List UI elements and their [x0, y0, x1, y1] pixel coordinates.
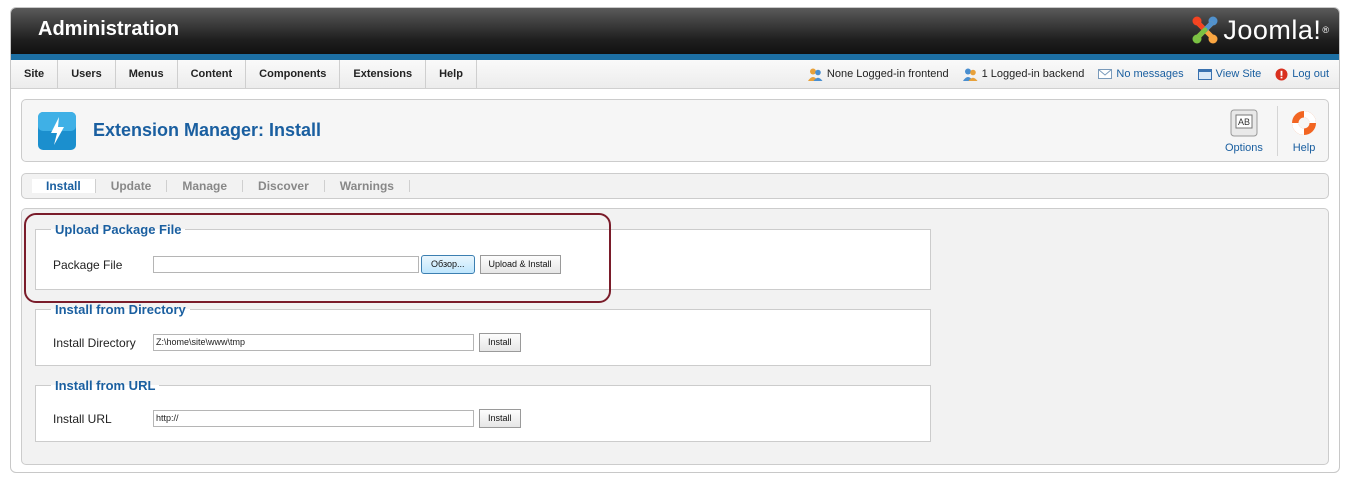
logo-trademark: ® — [1322, 25, 1329, 35]
menu-item-menus[interactable]: Menus — [116, 60, 178, 88]
main-menu-bar: Site Users Menus Content Components Exte… — [11, 60, 1339, 89]
header-bar: Administration Joomla! ® — [11, 8, 1339, 60]
backend-users-text: 1 Logged-in backend — [981, 68, 1085, 80]
joomla-mark-icon — [1192, 16, 1218, 44]
install-url-label: Install URL — [53, 411, 112, 426]
logout-link[interactable]: Log out — [1275, 68, 1329, 81]
install-url-legend: Install from URL — [55, 378, 156, 393]
frontend-users-status: None Logged-in frontend — [807, 68, 949, 81]
install-directory-button[interactable]: Install — [479, 333, 521, 352]
options-icon: AB — [1230, 109, 1258, 137]
menu-item-components[interactable]: Components — [246, 60, 341, 88]
install-directory-row: Install Directory Z:\home\site\www\tmp I… — [53, 333, 521, 352]
logout-icon — [1275, 68, 1288, 80]
joomla-logo-text: Joomla! — [1223, 14, 1322, 45]
lifebuoy-icon — [1292, 111, 1316, 135]
tab-manage[interactable]: Manage — [167, 180, 244, 192]
tab-install[interactable]: Install — [32, 179, 96, 193]
users-icon — [962, 68, 978, 81]
logout-text: Log out — [1292, 68, 1329, 80]
options-button[interactable]: AB Options — [1225, 109, 1263, 154]
view-site-icon — [1197, 68, 1212, 80]
messages-link[interactable]: No messages — [1098, 68, 1184, 80]
tab-update[interactable]: Update — [96, 180, 168, 192]
page-toolbar: Extension Manager: Install AB Options He… — [21, 99, 1329, 162]
menu-item-extensions[interactable]: Extensions — [340, 60, 427, 88]
install-url-section: Install from URL Install URL http:// Ins… — [35, 378, 931, 442]
admin-window: Administration Joomla! ® Site Users Menu… — [10, 7, 1340, 473]
install-url-button[interactable]: Install — [479, 409, 521, 428]
header-title: Administration — [38, 18, 180, 40]
install-directory-input[interactable]: Z:\home\site\www\tmp — [153, 334, 474, 351]
menu-item-content[interactable]: Content — [178, 60, 247, 88]
backend-users-status: 1 Logged-in backend — [962, 68, 1085, 81]
install-directory-section: Install from Directory Install Directory… — [35, 302, 931, 366]
page-title: Extension Manager: Install — [93, 120, 322, 140]
options-label: Options — [1225, 142, 1263, 154]
install-directory-label: Install Directory — [53, 335, 136, 350]
help-button[interactable]: Help — [1290, 109, 1318, 154]
messages-text: No messages — [1116, 68, 1184, 80]
submenu-tabs: Install Update Manage Discover Warnings — [21, 173, 1329, 199]
extension-manager-icon — [38, 112, 76, 150]
install-directory-legend: Install from Directory — [55, 302, 186, 317]
view-site-text: View Site — [1215, 68, 1262, 80]
message-icon — [1098, 69, 1113, 79]
status-area: None Logged-in frontend 1 Logged-in back… — [794, 60, 1329, 88]
view-site-link[interactable]: View Site — [1197, 68, 1262, 80]
menu-item-help[interactable]: Help — [426, 60, 477, 88]
svg-text:AB: AB — [1238, 117, 1250, 127]
users-icon — [807, 68, 823, 81]
help-label: Help — [1292, 142, 1316, 154]
joomla-logo[interactable]: Joomla! ® — [1189, 14, 1329, 46]
install-url-row: Install URL http:// Install — [53, 409, 521, 428]
menu-item-site[interactable]: Site — [11, 60, 59, 88]
frontend-users-text: None Logged-in frontend — [826, 68, 949, 80]
menu-item-users[interactable]: Users — [58, 60, 116, 88]
install-url-input[interactable]: http:// — [153, 410, 474, 427]
tab-warnings[interactable]: Warnings — [325, 180, 410, 192]
upload-section-highlight — [24, 213, 611, 303]
toolbar-divider — [1277, 106, 1278, 156]
tab-discover[interactable]: Discover — [243, 180, 325, 192]
main-menu: Site Users Menus Content Components Exte… — [11, 60, 477, 88]
